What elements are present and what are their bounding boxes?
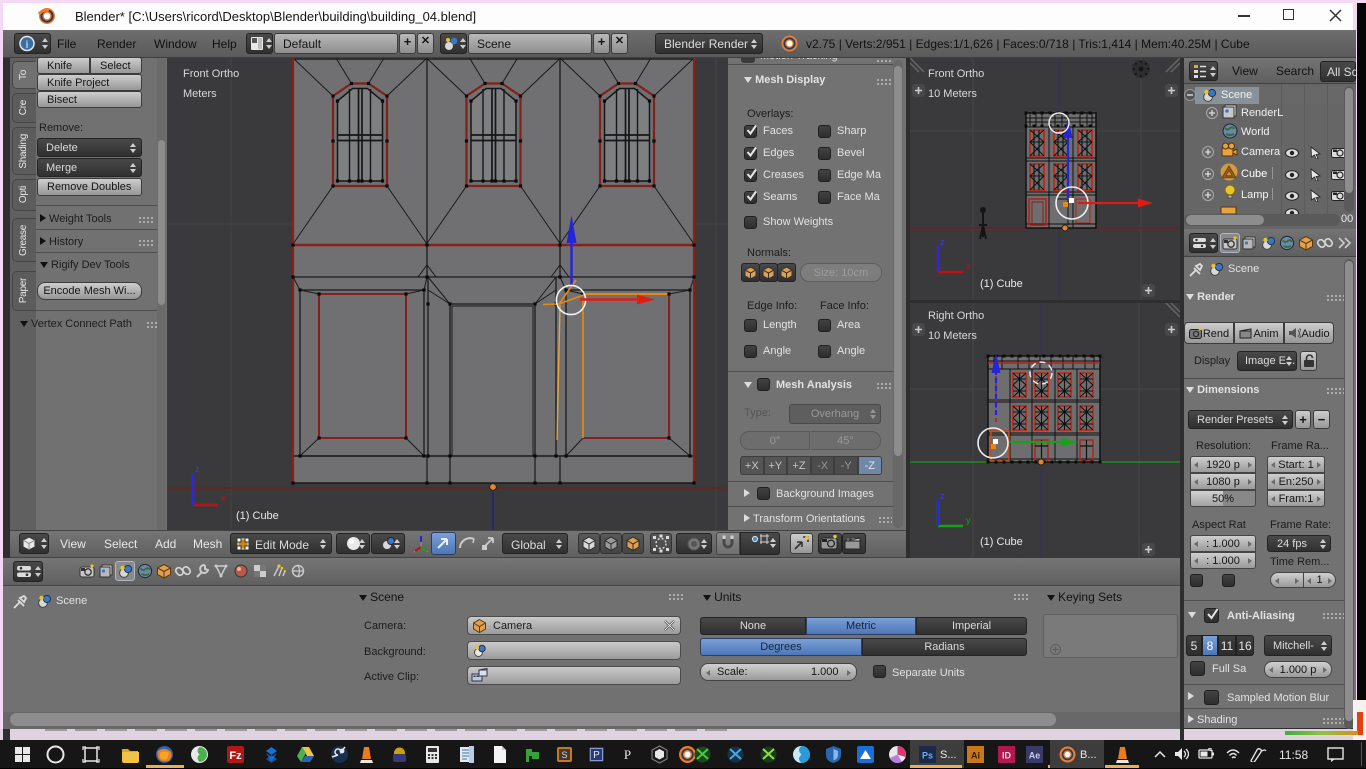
svg-text:y: y [966, 515, 971, 525]
svg-text:ID: ID [1002, 751, 1012, 761]
svg-text:S: S [561, 750, 567, 760]
svg-text:z: z [195, 464, 200, 474]
svg-text:Ae: Ae [1029, 751, 1041, 761]
svg-text:x: x [221, 493, 226, 503]
svg-text:Fz: Fz [229, 750, 242, 762]
svg-text:z: z [940, 237, 945, 247]
svg-text:Ps: Ps [922, 751, 933, 761]
svg-text:z: z [940, 491, 945, 501]
svg-text:P: P [624, 747, 631, 762]
svg-text:P: P [593, 750, 600, 761]
svg-text:x: x [966, 261, 971, 271]
svg-text:i: i [25, 39, 28, 51]
svg-text:Ai: Ai [971, 751, 980, 761]
